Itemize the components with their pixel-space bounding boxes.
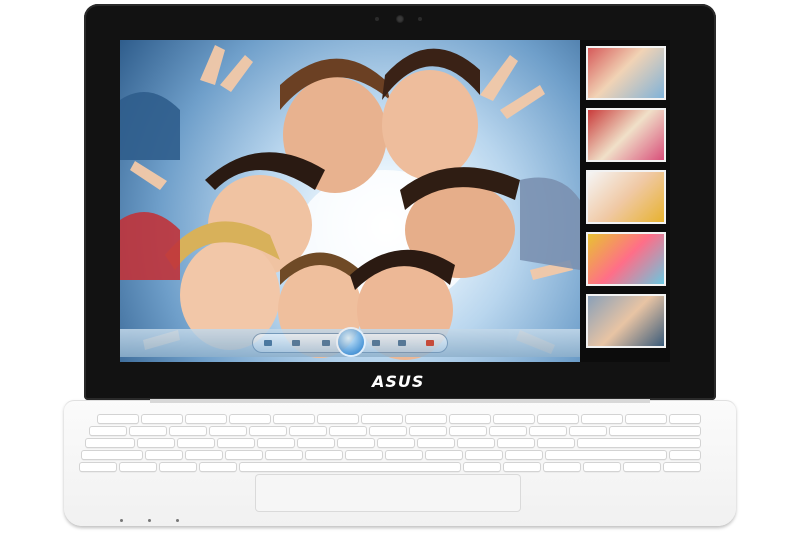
key[interactable]	[498, 439, 534, 447]
key[interactable]	[80, 463, 116, 471]
key[interactable]	[570, 427, 606, 435]
key[interactable]	[186, 415, 226, 423]
thumb-2[interactable]	[586, 108, 666, 162]
key[interactable]	[86, 439, 134, 447]
key[interactable]	[504, 463, 540, 471]
key[interactable]	[290, 427, 326, 435]
key[interactable]	[178, 439, 214, 447]
key[interactable]	[466, 451, 502, 459]
keyboard	[80, 415, 714, 475]
next-icon[interactable]	[398, 340, 406, 346]
key[interactable]	[346, 451, 382, 459]
media-controls	[252, 329, 448, 355]
key[interactable]	[426, 451, 462, 459]
key[interactable]	[624, 463, 660, 471]
thumb-5[interactable]	[586, 294, 666, 348]
key[interactable]	[362, 415, 402, 423]
play-icon[interactable]	[338, 329, 364, 355]
key[interactable]	[578, 439, 700, 447]
hinge	[150, 399, 650, 403]
close-icon[interactable]	[426, 340, 434, 346]
key[interactable]	[318, 415, 358, 423]
thumb-3[interactable]	[586, 170, 666, 224]
key[interactable]	[210, 427, 246, 435]
key[interactable]	[130, 427, 166, 435]
touchpad[interactable]	[255, 474, 521, 512]
key[interactable]	[226, 451, 262, 459]
key[interactable]	[200, 463, 236, 471]
laptop: ASUS	[0, 0, 800, 533]
key[interactable]	[370, 427, 406, 435]
status-led	[148, 519, 151, 522]
key[interactable]	[670, 451, 700, 459]
key[interactable]	[330, 427, 366, 435]
thumb-1[interactable]	[586, 46, 666, 100]
key[interactable]	[306, 451, 342, 459]
webcam-icon	[396, 15, 404, 23]
key[interactable]	[298, 439, 334, 447]
rewind-icon[interactable]	[292, 340, 300, 346]
key[interactable]	[274, 415, 314, 423]
key[interactable]	[544, 463, 580, 471]
key[interactable]	[664, 463, 700, 471]
prev-icon[interactable]	[264, 340, 272, 346]
key[interactable]	[410, 427, 446, 435]
laptop-screen	[120, 40, 670, 362]
key[interactable]	[258, 439, 294, 447]
sensor-dot	[418, 17, 422, 21]
key[interactable]	[458, 439, 494, 447]
key[interactable]	[450, 415, 490, 423]
status-led	[120, 519, 123, 522]
key[interactable]	[378, 439, 414, 447]
status-led	[176, 519, 179, 522]
photo-illustration	[120, 45, 580, 360]
key[interactable]	[82, 451, 142, 459]
key[interactable]	[538, 415, 578, 423]
thumb-4[interactable]	[586, 232, 666, 286]
key[interactable]	[142, 415, 182, 423]
key[interactable]	[464, 463, 500, 471]
sensor-dot	[375, 17, 379, 21]
windows-key[interactable]	[160, 463, 196, 471]
key[interactable]	[670, 415, 700, 423]
key[interactable]	[546, 451, 666, 459]
key[interactable]	[170, 427, 206, 435]
key[interactable]	[530, 427, 566, 435]
key[interactable]	[450, 427, 486, 435]
group-selfie-photo	[120, 40, 580, 362]
face-2	[382, 48, 480, 180]
key[interactable]	[610, 427, 700, 435]
key[interactable]	[418, 439, 454, 447]
key[interactable]	[98, 415, 138, 423]
key[interactable]	[138, 439, 174, 447]
key[interactable]	[338, 439, 374, 447]
key[interactable]	[506, 451, 542, 459]
stop-icon[interactable]	[322, 340, 330, 346]
asus-logo: ASUS	[372, 372, 425, 391]
key[interactable]	[218, 439, 254, 447]
media-player-bar	[120, 329, 580, 357]
key[interactable]	[90, 427, 126, 435]
key[interactable]	[230, 415, 270, 423]
space-bar[interactable]	[240, 463, 460, 471]
key[interactable]	[490, 427, 526, 435]
key[interactable]	[494, 415, 534, 423]
thumbnail-strip	[586, 46, 666, 358]
key[interactable]	[582, 415, 622, 423]
key[interactable]	[266, 451, 302, 459]
key[interactable]	[186, 451, 222, 459]
key[interactable]	[386, 451, 422, 459]
key[interactable]	[120, 463, 156, 471]
key[interactable]	[250, 427, 286, 435]
key[interactable]	[538, 439, 574, 447]
key[interactable]	[146, 451, 182, 459]
key[interactable]	[406, 415, 446, 423]
key[interactable]	[626, 415, 666, 423]
key[interactable]	[584, 463, 620, 471]
forward-icon[interactable]	[372, 340, 380, 346]
